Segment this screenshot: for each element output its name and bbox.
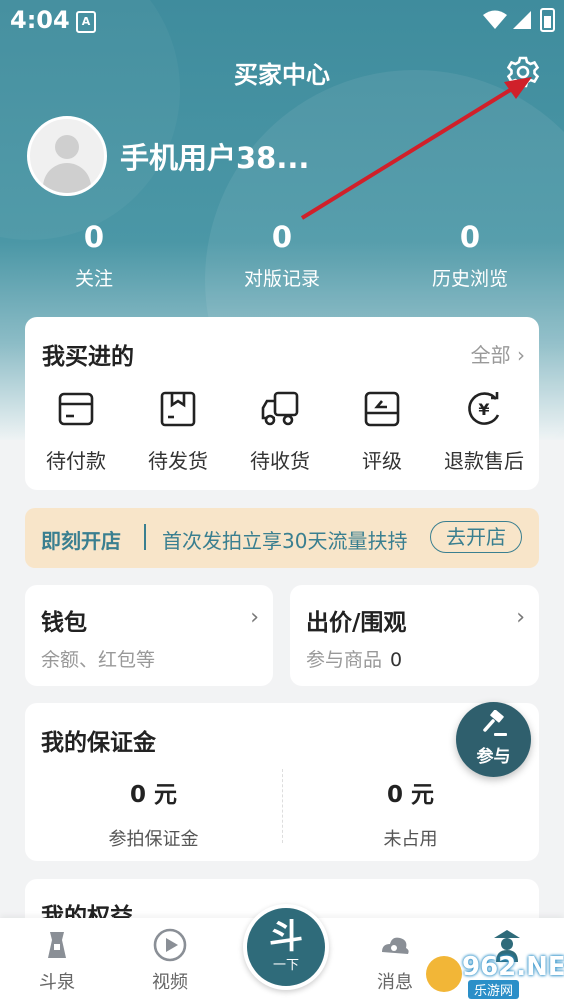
svg-text:¥: ¥: [478, 400, 489, 419]
wallet-card[interactable]: 钱包 余额、红包等 ›: [25, 585, 273, 686]
wallet-title: 钱包: [41, 610, 87, 636]
stat-label: 历史浏览: [431, 268, 508, 290]
orders-card: 我买进的 全部 › 待付款 待发货 待收货 评级 ¥ 退款售后: [25, 317, 539, 490]
stat-value: 0: [271, 220, 293, 254]
chevron-right-icon: ›: [517, 343, 525, 367]
orders-title: 我买进的: [42, 344, 134, 370]
orders-all-label: 全部: [470, 343, 511, 367]
stat-history[interactable]: 0 历史浏览: [376, 220, 564, 291]
notification-app-icon: A: [76, 11, 96, 33]
open-store-button[interactable]: 去开店: [430, 521, 522, 553]
wifi-icon: [483, 10, 507, 29]
site-watermark: 962.NET 乐游网: [426, 952, 564, 999]
avatar-body: [43, 163, 91, 193]
open-store-banner[interactable]: 即刻开店 首次发拍立享30天流量扶持 去开店: [25, 508, 539, 568]
banner-text: 首次发拍立享30天流量扶持: [162, 529, 408, 553]
order-label: 待收货: [250, 449, 310, 473]
deposit-value: 0 元: [386, 782, 434, 808]
watermark-text: 962.NET: [462, 952, 564, 982]
center-dou-button[interactable]: 斗 一下: [243, 904, 329, 990]
coin-sword-icon: [48, 932, 66, 958]
chevron-right-icon: ›: [250, 605, 259, 630]
avatar[interactable]: [27, 116, 107, 196]
tab-video[interactable]: 视频: [125, 928, 215, 994]
bid-title: 出价/围观: [306, 610, 407, 636]
bid-subtitle: 参与商品 0: [306, 645, 402, 672]
chevron-right-icon: ›: [516, 605, 525, 630]
wallet-card-icon: [58, 392, 94, 426]
order-label: 评级: [362, 449, 402, 473]
signal-icon: [513, 11, 531, 29]
bid-subtitle-label: 参与商品: [306, 649, 383, 671]
order-pending-payment[interactable]: 待付款: [25, 389, 127, 474]
page-title: 买家中心: [234, 61, 330, 89]
tab-label: 斗泉: [39, 972, 75, 993]
username[interactable]: 手机用户38...: [120, 135, 309, 177]
orders-all-link[interactable]: 全部 ›: [471, 339, 525, 368]
tab-label: 视频: [152, 972, 188, 993]
order-rating[interactable]: 评级: [331, 389, 433, 474]
stat-value: 0: [459, 220, 481, 254]
stat-value: 0: [83, 220, 105, 254]
wallet-subtitle: 余额、红包等: [41, 649, 156, 671]
watermark-sub: 乐游网: [468, 980, 520, 999]
yen-refund-icon: ¥: [468, 392, 500, 425]
order-pending-shipment[interactable]: 待发货: [127, 389, 229, 474]
order-refund[interactable]: ¥ 退款售后: [433, 389, 535, 474]
gavel-icon: [482, 710, 507, 736]
settings-gear-icon[interactable]: [505, 54, 541, 90]
deposit-auction[interactable]: 0 元 参拍保证金: [25, 775, 282, 851]
order-label: 待发货: [148, 449, 208, 473]
package-box-icon: [160, 391, 196, 427]
tab-douquan[interactable]: 斗泉: [12, 928, 102, 994]
play-circle-icon: [153, 928, 187, 962]
stat-label: 对版记录: [243, 268, 320, 290]
center-button-main: 斗: [269, 917, 303, 957]
order-label: 退款售后: [444, 449, 524, 473]
watermark-logo-icon: [426, 956, 462, 992]
fab-label: 参与: [476, 747, 511, 767]
truck-icon: [261, 391, 299, 426]
bid-watch-card[interactable]: 出价/围观 参与商品 0 ›: [290, 585, 539, 686]
battery-icon: [540, 8, 555, 32]
deposit-value: 0 元: [129, 782, 177, 808]
stat-label: 关注: [74, 268, 113, 290]
stat-match-records[interactable]: 0 对版记录: [188, 220, 376, 291]
rating-tray-icon: [364, 391, 400, 427]
order-pending-receipt[interactable]: 待收货: [229, 389, 331, 474]
cloud-swirl-icon: [382, 937, 409, 954]
stat-follow[interactable]: 0 关注: [0, 220, 188, 291]
avatar-head: [55, 135, 79, 159]
banner-title: 即刻开店: [41, 529, 121, 553]
banner-divider: [144, 524, 146, 550]
deposit-title: 我的保证金: [41, 730, 156, 756]
center-button-sub: 一下: [272, 958, 299, 973]
deposit-label: 未占用: [383, 829, 438, 850]
deposit-label: 参拍保证金: [108, 829, 199, 850]
participate-fab[interactable]: 参与: [456, 702, 531, 777]
order-label: 待付款: [46, 449, 106, 473]
status-time: 4:04: [10, 6, 70, 34]
bid-count: 0: [390, 649, 403, 671]
deposit-unused[interactable]: 0 元 未占用: [282, 775, 539, 851]
status-bar: 4:04 A: [0, 0, 564, 40]
